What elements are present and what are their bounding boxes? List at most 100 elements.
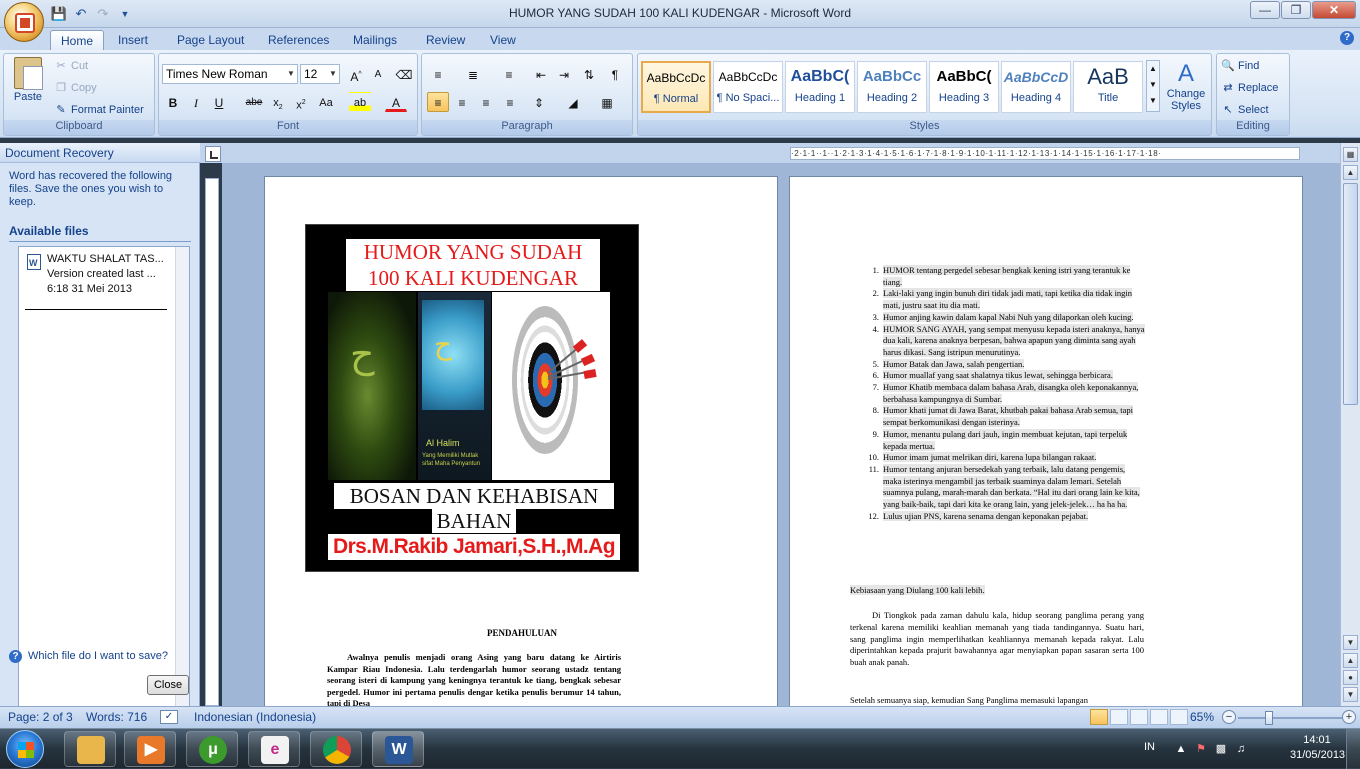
horizontal-ruler[interactable]: ·2·1·1··1··1·2·1·3·1·4·1·5·1·6·1·7·1·8·1… [790, 147, 1300, 160]
format-painter-button[interactable]: ✎ Format Painter [54, 101, 143, 119]
word-taskbar-button[interactable]: W [372, 731, 424, 767]
align-left-button[interactable]: ≡ [427, 92, 449, 112]
zoom-slider[interactable] [1238, 717, 1344, 719]
scroll-up-button[interactable]: ▲ [1343, 165, 1358, 180]
replace-button[interactable]: ⇄ Replace [1221, 79, 1278, 97]
scroll-down-button[interactable]: ▼ [1343, 635, 1358, 650]
vertical-scrollbar[interactable]: ▦ ▲ ▼ ▲ ● ▼ [1340, 143, 1360, 706]
style-heading-1[interactable]: AaBbC(Heading 1 [785, 61, 855, 113]
style-title[interactable]: AaB Title [1073, 61, 1143, 113]
change-case-button[interactable]: Aa [315, 92, 337, 112]
web-layout-view-icon[interactable] [1130, 709, 1148, 725]
copy-button[interactable]: ❐ Copy [54, 79, 97, 97]
change-styles-button[interactable]: A Change Styles [1163, 60, 1209, 116]
ruler-toggle-button[interactable]: ▦ [1343, 147, 1358, 162]
action-center-icon[interactable]: ⚑ [1194, 742, 1208, 756]
subscript-button[interactable]: x2 [267, 92, 289, 112]
tab-selector-button[interactable] [205, 146, 221, 162]
draft-view-icon[interactable] [1170, 709, 1188, 725]
office-button[interactable] [4, 2, 44, 42]
smartfren-taskbar-button[interactable]: e [248, 731, 300, 767]
zoom-slider-thumb[interactable] [1265, 711, 1273, 725]
style-no-spacing[interactable]: AaBbCcDc ¶ No Spaci... [713, 61, 783, 113]
strikethrough-button[interactable]: abe [243, 92, 265, 112]
minimize-button[interactable]: — [1250, 1, 1280, 19]
italic-button[interactable]: I [185, 92, 207, 112]
recovery-list-scrollbar[interactable] [175, 247, 189, 739]
page-indicator[interactable]: Page: 2 of 3 [8, 710, 73, 724]
find-button[interactable]: 🔍 Find [1221, 57, 1259, 75]
decrease-indent-button[interactable]: ⇤ [530, 64, 552, 84]
tab-references[interactable]: References [258, 30, 339, 50]
style-normal[interactable]: AaBbCcDc ¶ Normal [641, 61, 711, 113]
document-page-2[interactable]: 1. HUMOR tentang pergedel sebesar bengkak… [789, 176, 1303, 706]
font-size-combo[interactable]: 12 ▼ [300, 64, 340, 84]
paste-button[interactable]: Paste [8, 57, 48, 117]
bold-button[interactable]: B [162, 92, 184, 112]
outline-view-icon[interactable] [1150, 709, 1168, 725]
chrome-taskbar-button[interactable] [310, 731, 362, 767]
font-color-button[interactable]: A [385, 92, 407, 112]
full-screen-reading-view-icon[interactable] [1110, 709, 1128, 725]
clear-formatting-button[interactable]: ⌫ [393, 64, 415, 84]
tab-home[interactable]: Home [50, 30, 105, 50]
shrink-font-button[interactable]: A [367, 64, 389, 84]
tab-review[interactable]: Review [416, 30, 475, 50]
input-language[interactable]: IN [1144, 741, 1155, 753]
multilevel-list-button[interactable]: ≡ [498, 64, 520, 84]
font-name-combo[interactable]: Times New Roman ▼ [162, 64, 298, 84]
style-heading-2[interactable]: AaBbCc Heading 2 [857, 61, 927, 113]
cut-button[interactable]: ✂ Cut [54, 57, 88, 75]
help-icon[interactable]: ? [1340, 31, 1354, 45]
explorer-taskbar-button[interactable] [64, 731, 116, 767]
grow-font-button[interactable]: A^ [345, 64, 367, 84]
show-formatting-button[interactable]: ¶ [604, 64, 626, 84]
numbering-button[interactable]: ≣ [462, 64, 484, 84]
zoom-level[interactable]: 65% [1190, 710, 1214, 724]
superscript-button[interactable]: x2 [290, 92, 312, 112]
tab-insert[interactable]: Insert [108, 30, 158, 50]
align-right-button[interactable]: ≡ [475, 92, 497, 112]
styles-scroll-button[interactable]: ▲ ▼ ▼ [1146, 60, 1160, 112]
align-center-button[interactable]: ≡ [451, 92, 473, 112]
previous-page-button[interactable]: ▲ [1343, 653, 1358, 668]
tab-view[interactable]: View [480, 30, 526, 50]
document-page-1[interactable]: HUMOR YANG SUDAH 100 KALI KUDENGAR ح ح A… [264, 176, 778, 706]
language-indicator[interactable]: Indonesian (Indonesia) [194, 710, 316, 724]
show-hidden-icons-icon[interactable]: ▲ [1174, 742, 1188, 756]
recovery-help-link[interactable]: ? Which file do I want to save? [9, 650, 168, 663]
sort-button[interactable]: ⇅ [578, 64, 600, 84]
bullets-button[interactable]: ≡ [427, 64, 449, 84]
close-window-button[interactable]: ✕ [1312, 1, 1356, 19]
select-browse-object-button[interactable]: ● [1343, 670, 1358, 685]
print-layout-view-icon[interactable] [1090, 709, 1108, 725]
tab-mailings[interactable]: Mailings [343, 30, 407, 50]
utorrent-taskbar-button[interactable]: μ [186, 731, 238, 767]
style-heading-4[interactable]: AaBbCcD Heading 4 [1001, 61, 1071, 113]
recovered-file-item[interactable]: WAKTU SHALAT TAS... Version created last… [27, 252, 175, 297]
borders-button[interactable]: ▦ [596, 92, 618, 112]
zoom-out-button[interactable]: − [1222, 710, 1236, 724]
recovery-close-button[interactable]: Close [147, 675, 189, 695]
proofing-icon[interactable]: ✓ [160, 710, 178, 724]
next-page-button[interactable]: ▼ [1343, 687, 1358, 702]
volume-icon[interactable]: ♫ [1234, 742, 1248, 756]
restore-button[interactable]: ❐ [1281, 1, 1311, 19]
underline-button[interactable]: U [208, 92, 230, 112]
highlight-button[interactable]: ab [349, 92, 371, 112]
media-player-taskbar-button[interactable]: ▶ [124, 731, 176, 767]
start-button[interactable] [6, 730, 44, 768]
vertical-ruler[interactable] [205, 178, 219, 706]
show-desktop-button[interactable] [1346, 729, 1360, 769]
tab-page-layout[interactable]: Page Layout [167, 30, 254, 50]
shading-button[interactable]: ◢ [562, 92, 584, 112]
taskbar-clock[interactable]: 14:01 31/05/2013 [1290, 733, 1345, 763]
style-heading-3[interactable]: AaBbC(Heading 3 [929, 61, 999, 113]
network-icon[interactable]: ▩ [1214, 742, 1228, 756]
scrollbar-thumb[interactable] [1343, 183, 1358, 405]
line-spacing-button[interactable]: ⇕ [528, 92, 550, 112]
select-button[interactable]: ↖ Select [1221, 101, 1268, 119]
increase-indent-button[interactable]: ⇥ [553, 64, 575, 84]
justify-button[interactable]: ≡ [499, 92, 521, 112]
zoom-in-button[interactable]: + [1342, 710, 1356, 724]
